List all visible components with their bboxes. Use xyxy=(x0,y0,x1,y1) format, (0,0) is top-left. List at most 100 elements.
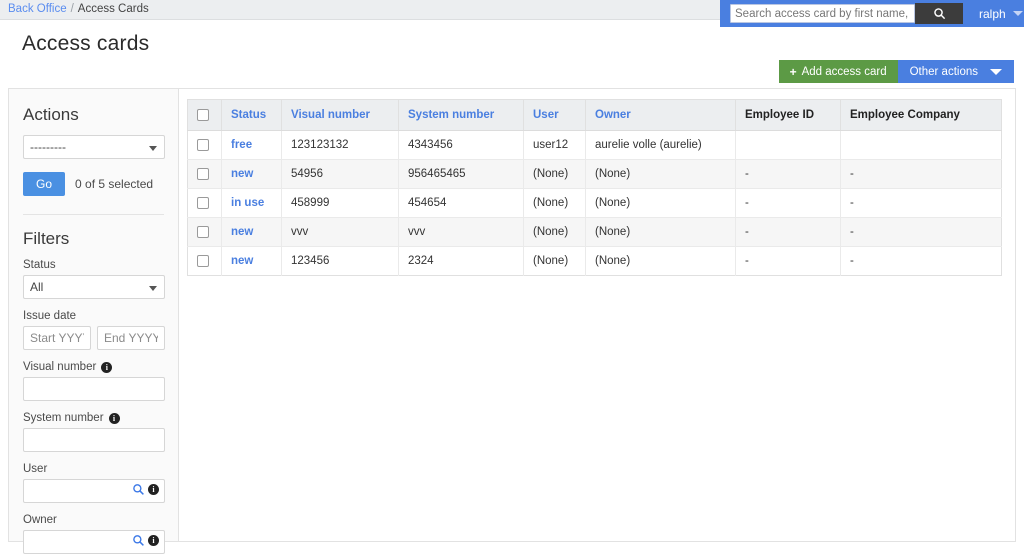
cell-visual-number: 123456 xyxy=(281,246,399,276)
cell-status: new xyxy=(221,246,282,276)
cell-employee-id: - xyxy=(735,217,841,247)
table-row: new 54956 956465465 (None) (None) - - xyxy=(187,159,1002,189)
cell-employee-company xyxy=(840,130,1002,160)
cell-employee-id: - xyxy=(735,159,841,189)
status-link[interactable]: free xyxy=(231,139,252,151)
cell-employee-id xyxy=(735,130,841,160)
row-checkbox[interactable] xyxy=(197,167,209,180)
cell-visual-number: 123123132 xyxy=(281,130,399,160)
search-button[interactable] xyxy=(915,3,963,24)
column-header-employee-id-label: Employee ID xyxy=(745,109,815,121)
issue-date-start-input[interactable] xyxy=(23,326,91,350)
issue-date-end-input[interactable] xyxy=(97,326,165,350)
cell-employee-company: - xyxy=(840,188,1002,218)
column-header-system-number[interactable]: System number xyxy=(398,99,524,131)
info-icon[interactable]: i xyxy=(108,412,120,424)
row-checkbox[interactable] xyxy=(197,225,209,238)
cell-status: free xyxy=(221,130,282,160)
cell-user: (None) xyxy=(523,246,586,276)
user-lookup: i xyxy=(23,479,165,503)
filter-issue-date-label: Issue date xyxy=(23,310,77,322)
row-checkbox[interactable] xyxy=(197,138,209,151)
owner-lookup-icons: i xyxy=(132,534,159,547)
table-header-row: Status Visual number System number User … xyxy=(187,99,1002,131)
user-menu-label: ralph xyxy=(979,6,1006,21)
search-icon[interactable] xyxy=(132,483,145,496)
cell-employee-company: - xyxy=(840,159,1002,189)
add-access-card-button[interactable]: + Add access card xyxy=(778,60,898,83)
filter-user-label: User xyxy=(23,463,48,475)
column-header-employee-company-label: Employee Company xyxy=(850,109,960,121)
selected-count: 0 of 5 selected xyxy=(75,177,154,191)
status-link[interactable]: in use xyxy=(231,197,264,209)
action-select[interactable]: --------- xyxy=(23,135,165,159)
filter-issue-date-inputs xyxy=(23,326,165,350)
visual-number-input[interactable] xyxy=(23,377,165,401)
table-row: new vvv vvv (None) (None) - - xyxy=(187,217,1002,247)
breadcrumb-link-back-office[interactable]: Back Office xyxy=(8,3,67,15)
page-title: Access cards xyxy=(22,32,150,55)
action-select-value: --------- xyxy=(30,140,66,154)
cell-user: (None) xyxy=(523,217,586,247)
info-icon[interactable]: i xyxy=(148,535,159,546)
column-header-status-label: Status xyxy=(231,109,267,121)
cell-employee-id: - xyxy=(735,188,841,218)
go-button[interactable]: Go xyxy=(23,172,66,196)
select-all-header xyxy=(187,99,222,131)
row-checkbox[interactable] xyxy=(197,254,209,267)
filter-owner: Owner i xyxy=(23,514,165,554)
column-header-user[interactable]: User xyxy=(523,99,586,131)
table-row: free 123123132 4343456 user12 aurelie vo… xyxy=(187,130,1002,160)
table-row: new 123456 2324 (None) (None) - - xyxy=(187,246,1002,276)
column-header-status[interactable]: Status xyxy=(221,99,282,131)
filter-user: User i xyxy=(23,463,165,503)
actions-run-row: Go 0 of 5 selected xyxy=(23,172,164,196)
column-header-employee-company: Employee Company xyxy=(840,99,1002,131)
status-link[interactable]: new xyxy=(231,168,253,180)
owner-lookup: i xyxy=(23,530,165,554)
row-select-cell xyxy=(187,188,222,218)
search-icon[interactable] xyxy=(132,534,145,547)
filter-system-number-text: System number xyxy=(23,412,104,424)
filter-visual-number-label: Visual number i xyxy=(23,361,164,373)
filter-visual-number-text: Visual number xyxy=(23,361,97,373)
user-menu[interactable]: ralph xyxy=(979,7,1023,21)
search-bar: ralph xyxy=(720,0,1024,27)
cell-status: new xyxy=(221,217,282,247)
select-all-checkbox[interactable] xyxy=(197,108,209,121)
system-number-input[interactable] xyxy=(23,428,165,452)
column-header-system-number-label: System number xyxy=(408,109,495,121)
filter-issue-date: Issue date xyxy=(23,310,165,350)
filter-system-number: System number i xyxy=(23,412,165,452)
column-header-visual-number[interactable]: Visual number xyxy=(281,99,399,131)
row-select-cell xyxy=(187,130,222,160)
cell-owner: (None) xyxy=(585,188,736,218)
filter-owner-label: Owner xyxy=(23,514,57,526)
cell-user: (None) xyxy=(523,188,586,218)
info-icon[interactable]: i xyxy=(148,484,159,495)
cell-employee-company: - xyxy=(840,217,1002,247)
chevron-down-icon xyxy=(149,286,157,291)
cell-system-number: 4343456 xyxy=(398,130,524,160)
chevron-down-icon xyxy=(990,68,1002,75)
chevron-down-icon xyxy=(1012,11,1023,16)
column-header-owner-label: Owner xyxy=(595,109,631,121)
filter-status: Status All xyxy=(23,259,165,299)
filter-status-select[interactable]: All xyxy=(23,275,165,299)
filter-system-number-label: System number i xyxy=(23,412,164,424)
chevron-down-icon xyxy=(149,146,157,151)
sidebar-divider xyxy=(23,214,164,215)
info-icon[interactable]: i xyxy=(101,361,113,373)
plus-icon: + xyxy=(789,64,797,79)
filter-status-value: All xyxy=(30,280,44,294)
add-access-card-label: Add access card xyxy=(801,65,887,78)
search-input[interactable] xyxy=(730,4,915,23)
row-select-cell xyxy=(187,246,222,276)
other-actions-button[interactable]: Other actions xyxy=(897,60,1014,83)
row-checkbox[interactable] xyxy=(197,196,209,209)
status-link[interactable]: new xyxy=(231,255,253,267)
column-header-owner[interactable]: Owner xyxy=(585,99,736,131)
cell-user: (None) xyxy=(523,159,586,189)
status-link[interactable]: new xyxy=(231,226,253,238)
filter-status-label: Status xyxy=(23,259,56,271)
